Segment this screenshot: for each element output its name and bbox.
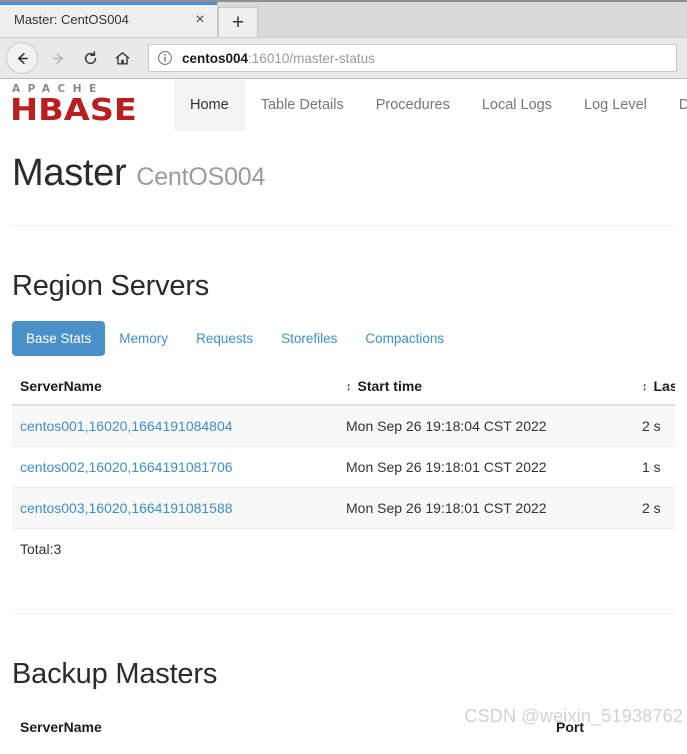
nav-link-debug[interactable]: Debug [663, 79, 687, 131]
tab-memory[interactable]: Memory [105, 321, 182, 356]
tab-compactions[interactable]: Compactions [351, 321, 458, 356]
column-header-start-time-label: Start time [357, 377, 423, 394]
page-title-text: Master [12, 152, 127, 194]
logo-hbase-text: HBASE [10, 92, 137, 128]
column-header-servername-label: ServerName [20, 377, 102, 394]
region-server-link[interactable]: centos003,16020,1664191081588 [20, 500, 233, 516]
tab-requests[interactable]: Requests [182, 321, 267, 356]
region-servers-total: Total:3 [12, 527, 338, 569]
browser-tab-title: Master: CentOS004 [14, 12, 129, 27]
address-bar[interactable]: centos004:16010/master-status [148, 44, 677, 72]
tab-storefiles[interactable]: Storefiles [267, 321, 351, 356]
backup-masters-table-head: ServerName Port [12, 710, 675, 733]
url-host: centos004 [182, 50, 249, 66]
tab-strip: Master: CentOS004 × + [0, 2, 687, 37]
column-header-bm-servername[interactable]: ServerName [12, 710, 548, 733]
table-row: centos003,16020,1664191081588 Mon Sep 26… [12, 486, 675, 529]
table-row: centos001,16020,1664191084804 Mon Sep 26… [12, 404, 675, 447]
column-header-last-contact[interactable]: ↕ Last contact [634, 369, 676, 406]
home-icon [115, 51, 129, 64]
forward-button [42, 42, 74, 74]
column-header-last-contact-label: Last contact [653, 377, 676, 394]
nav-link-table-details[interactable]: Table Details [245, 79, 360, 131]
cell-servername: centos001,16020,1664191084804 [12, 404, 338, 447]
browser-tab-active[interactable]: Master: CentOS004 × [0, 2, 218, 37]
navbar-links: Home Table Details Procedures Local Logs… [174, 79, 687, 131]
page-title: Master CentOS004 [12, 152, 675, 195]
column-header-servername[interactable]: ServerName [12, 369, 338, 406]
region-servers-table: ServerName ↕ Start time ↕ Last contact cen… [12, 369, 676, 569]
nav-link-log-level[interactable]: Log Level [568, 79, 663, 131]
nav-link-procedures[interactable]: Procedures [360, 79, 466, 131]
url-path: :16010/master-status [248, 50, 375, 66]
backup-masters-heading: Backup Masters [12, 657, 218, 690]
cell-start-time: Mon Sep 26 19:18:01 CST 2022 [338, 486, 634, 529]
browser-toolbar: centos004:16010/master-status [0, 37, 687, 78]
arrow-left-icon [17, 52, 28, 64]
table-header-row: ServerName ↕ Start time ↕ Last contact [12, 369, 676, 406]
region-servers-tabs: Base Stats Memory Requests Storefiles Co… [12, 320, 675, 356]
column-header-start-time[interactable]: ↕ Start time [338, 369, 634, 406]
close-icon[interactable]: × [191, 11, 209, 29]
region-servers-table-body: centos001,16020,1664191084804 Mon Sep 26… [12, 404, 675, 569]
nav-link-local-logs[interactable]: Local Logs [466, 79, 568, 131]
master-header: Master CentOS004 [12, 131, 675, 213]
table-row: centos002,16020,1664191081706 Mon Sep 26… [12, 445, 675, 488]
cell-last-contact: 2 s [634, 486, 675, 529]
reload-icon [84, 50, 96, 64]
column-header-bm-port[interactable]: Port [548, 710, 675, 733]
page-content: Master CentOS004 Region Servers Base Stat… [0, 131, 687, 733]
new-tab-button[interactable]: + [218, 7, 258, 37]
cell-servername: centos002,16020,1664191081706 [12, 445, 338, 488]
region-servers-table-head: ServerName ↕ Start time ↕ Last contact [12, 369, 676, 406]
address-bar-url: centos004:16010/master-status [182, 51, 375, 66]
sort-icon[interactable]: ↕ [346, 381, 352, 393]
back-button[interactable] [6, 42, 38, 74]
site-navbar: APACHE HBASE Home Table Details Procedur… [0, 79, 687, 131]
page-body: APACHE HBASE Home Table Details Procedur… [0, 79, 687, 733]
total-row-filler-start [338, 527, 634, 569]
cell-start-time: Mon Sep 26 19:18:01 CST 2022 [338, 445, 634, 488]
total-row-filler-last [634, 527, 675, 569]
table-header-row: ServerName Port [12, 710, 675, 733]
apache-hbase-logo[interactable]: APACHE HBASE [10, 84, 150, 126]
browser-chrome: Master: CentOS004 × + centos004:16010/ma… [0, 0, 687, 79]
region-server-link[interactable]: centos002,16020,1664191081706 [20, 459, 233, 475]
tab-base-stats[interactable]: Base Stats [12, 320, 106, 356]
home-button[interactable] [106, 42, 138, 74]
page-subtitle: CentOS004 [136, 163, 266, 191]
cell-servername: centos003,16020,1664191081588 [12, 486, 338, 529]
cell-start-time: Mon Sep 26 19:18:04 CST 2022 [338, 404, 634, 447]
sort-icon[interactable]: ↕ [642, 381, 648, 393]
region-server-link[interactable]: centos001,16020,1664191084804 [20, 418, 233, 434]
cell-last-contact: 1 s [634, 445, 675, 488]
nav-link-home[interactable]: Home [174, 79, 245, 131]
site-info-icon[interactable] [157, 50, 173, 66]
region-servers-heading: Region Servers [12, 269, 210, 302]
tab-strip-empty-area [258, 2, 687, 37]
cell-last-contact: 2 s [634, 404, 675, 447]
table-total-row: Total:3 [12, 527, 675, 569]
arrow-right-icon [52, 52, 63, 64]
reload-button[interactable] [74, 42, 106, 74]
backup-masters-table: ServerName Port Total:0 [12, 710, 675, 733]
